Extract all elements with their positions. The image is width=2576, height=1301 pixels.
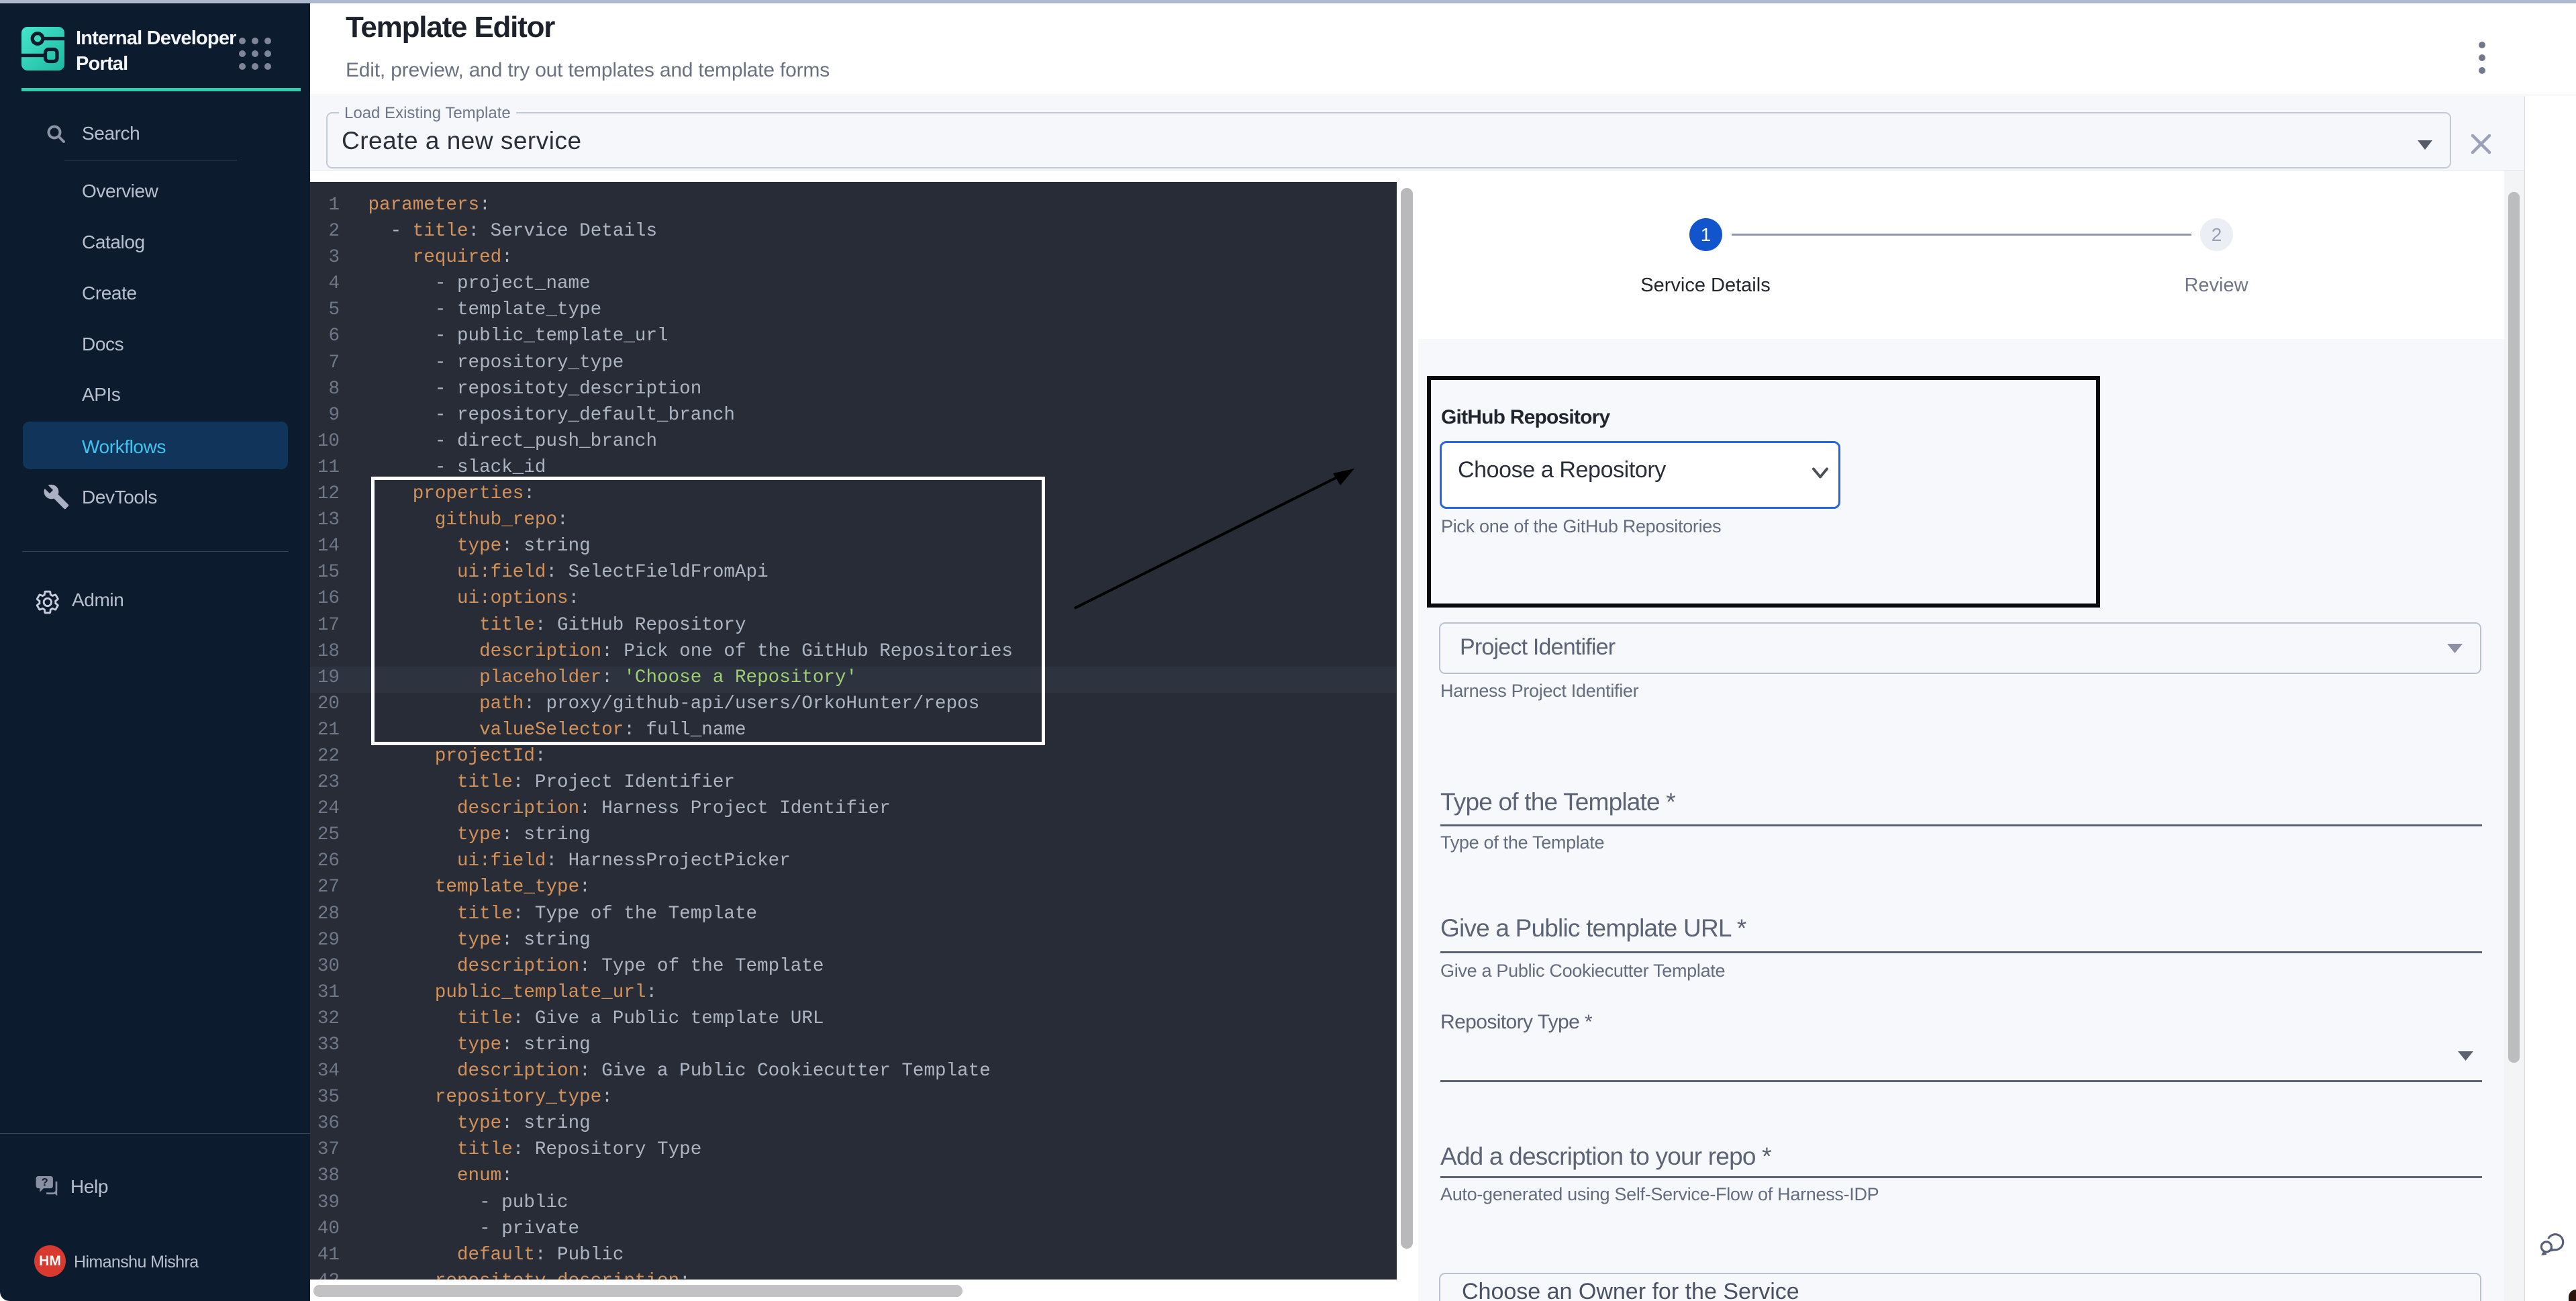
svg-text:?: ? (42, 1175, 48, 1188)
